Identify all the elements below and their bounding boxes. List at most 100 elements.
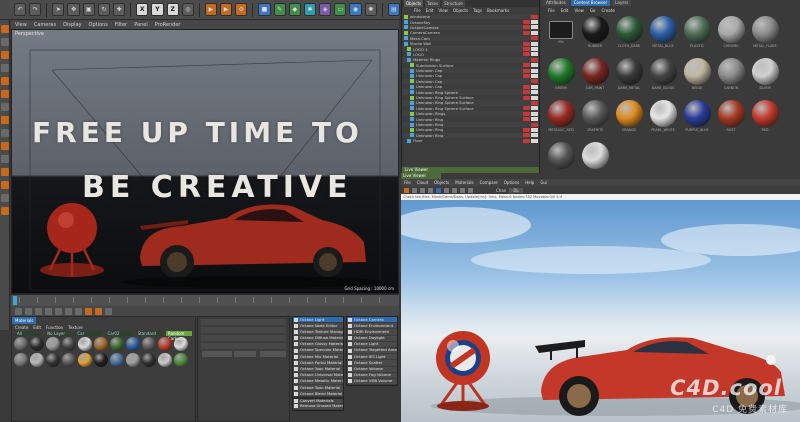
preset-item[interactable]: CAR_PAINT xyxy=(579,58,611,94)
lv-menu-options[interactable]: Options xyxy=(504,180,519,185)
model-mode-icon[interactable] xyxy=(1,38,9,46)
material-swatch[interactable] xyxy=(158,337,172,351)
object-row[interactable]: Unknown Ring Sphere xyxy=(402,89,539,95)
material-swatch[interactable] xyxy=(30,353,44,367)
viewport-menu-cameras[interactable]: Cameras xyxy=(34,22,56,28)
preset-item[interactable]: CHROME xyxy=(715,16,747,52)
light-icon[interactable]: ✺ xyxy=(364,3,377,16)
material-swatch[interactable] xyxy=(94,353,108,367)
mm-filter-car02[interactable]: Car02 xyxy=(105,331,132,336)
material-tag-icon[interactable] xyxy=(531,52,538,57)
paint-icon[interactable] xyxy=(1,194,9,202)
preset-item[interactable]: ORANGE xyxy=(613,100,645,136)
object-row[interactable]: Unknown Ring xyxy=(402,116,539,122)
select-icon[interactable]: ➤ xyxy=(52,3,65,16)
polygon-mode-icon[interactable] xyxy=(1,90,9,98)
tab-attributes[interactable]: Attributes xyxy=(543,0,569,6)
mm-menu-texture[interactable]: Texture xyxy=(68,325,83,330)
solo-icon[interactable] xyxy=(1,181,9,189)
camera-icon[interactable]: ◉ xyxy=(349,3,362,16)
material-swatch[interactable] xyxy=(30,337,44,351)
preset-item[interactable]: PLASTIC xyxy=(681,16,713,52)
object-row[interactable]: CameraCamera xyxy=(402,30,539,35)
preset-item[interactable]: GRAPHITE xyxy=(579,100,611,136)
material-tag-icon[interactable] xyxy=(531,90,538,95)
tab-objects[interactable]: Objects xyxy=(404,0,424,7)
recent-tools-icon[interactable]: ✚ xyxy=(113,3,126,16)
material-swatch[interactable] xyxy=(14,337,28,351)
go-to-end-icon[interactable] xyxy=(75,307,82,315)
cube-icon[interactable]: ■ xyxy=(258,3,271,16)
material-tag-icon[interactable] xyxy=(523,41,530,46)
material-tag-icon[interactable] xyxy=(531,138,538,143)
playhead-marker[interactable] xyxy=(13,296,17,305)
workplane-icon[interactable] xyxy=(1,142,9,150)
next-key-icon[interactable] xyxy=(65,307,72,315)
br-menu-file[interactable]: File xyxy=(548,8,555,13)
object-row[interactable]: Floor xyxy=(402,138,539,143)
material-tag-icon[interactable] xyxy=(523,117,530,122)
material-tag-icon[interactable] xyxy=(531,100,538,105)
object-row[interactable]: Unknown Rings xyxy=(402,111,539,117)
material-swatch[interactable] xyxy=(110,353,124,367)
material-tag-icon[interactable] xyxy=(531,36,538,41)
material-tag-icon[interactable] xyxy=(531,106,538,111)
material-tag-icon[interactable] xyxy=(523,127,530,132)
material-tag-icon[interactable] xyxy=(531,63,538,68)
material-tag-icon[interactable] xyxy=(531,20,538,25)
object-row[interactable]: Unknown Cap xyxy=(402,84,539,89)
object-row[interactable]: LOGO xyxy=(402,52,539,57)
lv-menu-materials[interactable]: Materials xyxy=(455,180,473,185)
render-settings-icon[interactable]: ⚙ xyxy=(235,3,248,16)
material-tag-icon[interactable] xyxy=(531,73,538,78)
coordinate-system-icon[interactable]: ◎ xyxy=(181,3,194,16)
viewport-menu-panel[interactable]: Panel xyxy=(134,22,148,28)
preset-item[interactable]: METALLIC_RED xyxy=(545,100,577,136)
material-swatch[interactable] xyxy=(174,337,188,351)
mm-filter-standard[interactable]: Standard xyxy=(135,331,162,336)
material-swatch[interactable] xyxy=(14,353,28,367)
lv-menu-compare[interactable]: Compare xyxy=(480,180,498,185)
snap-icon[interactable] xyxy=(1,129,9,137)
material-tag-icon[interactable] xyxy=(523,90,530,95)
lv-menu-help[interactable]: Help xyxy=(525,180,534,185)
material-tag-icon[interactable] xyxy=(523,138,530,143)
object-row[interactable]: Material Rings xyxy=(402,57,539,63)
lock-resolution-icon[interactable] xyxy=(444,187,449,193)
material-tag-icon[interactable] xyxy=(531,133,538,138)
previous-key-icon[interactable] xyxy=(25,307,32,315)
object-row[interactable]: OctaneCamera xyxy=(402,24,539,31)
preset-item[interactable]: PEARL_WHITE xyxy=(647,100,679,136)
object-row[interactable]: windscene xyxy=(402,14,539,20)
material-swatch[interactable] xyxy=(46,353,60,367)
edge-mode-icon[interactable] xyxy=(1,77,9,85)
floor-icon[interactable]: ▭ xyxy=(334,3,347,16)
material-swatch[interactable] xyxy=(126,337,140,351)
material-tag-icon[interactable] xyxy=(531,84,538,89)
br-menu-create[interactable]: Create xyxy=(602,8,615,13)
preset-item[interactable]: RUST xyxy=(715,100,747,136)
octane-material-menu-item[interactable]: Remove Unused Materials xyxy=(293,404,343,410)
material-tag-icon[interactable] xyxy=(523,68,530,73)
preset-item[interactable]: SILVER xyxy=(749,58,781,94)
preset-item[interactable]: CLOTH_DARK xyxy=(613,16,645,52)
material-tag-icon[interactable] xyxy=(523,84,530,89)
preset-item[interactable]: GREEN xyxy=(545,58,577,94)
material-tag-icon[interactable] xyxy=(531,30,538,35)
object-row[interactable]: OctaneSky xyxy=(402,19,539,25)
material-tag-icon[interactable] xyxy=(523,20,530,25)
scale-icon[interactable]: ▣ xyxy=(82,3,95,16)
material-swatch[interactable] xyxy=(62,353,76,367)
next-frame-icon[interactable] xyxy=(55,307,62,315)
preset-item[interactable]: METAL_FLAKE xyxy=(749,16,781,52)
om-menu-bookmarks[interactable]: Bookmarks xyxy=(487,8,509,13)
deformer-icon[interactable]: ◈ xyxy=(319,3,332,16)
coordinate-row-size[interactable] xyxy=(201,343,286,349)
material-tag-icon[interactable] xyxy=(531,68,538,73)
viewport-menu-options[interactable]: Options xyxy=(89,22,108,28)
object-row[interactable]: Unknown Cap xyxy=(402,67,539,74)
mm-menu-create[interactable]: Create xyxy=(15,325,28,330)
coordinate-row-x[interactable] xyxy=(201,319,286,325)
om-menu-file[interactable]: File xyxy=(414,8,421,13)
axis-mode-icon[interactable] xyxy=(1,103,9,111)
